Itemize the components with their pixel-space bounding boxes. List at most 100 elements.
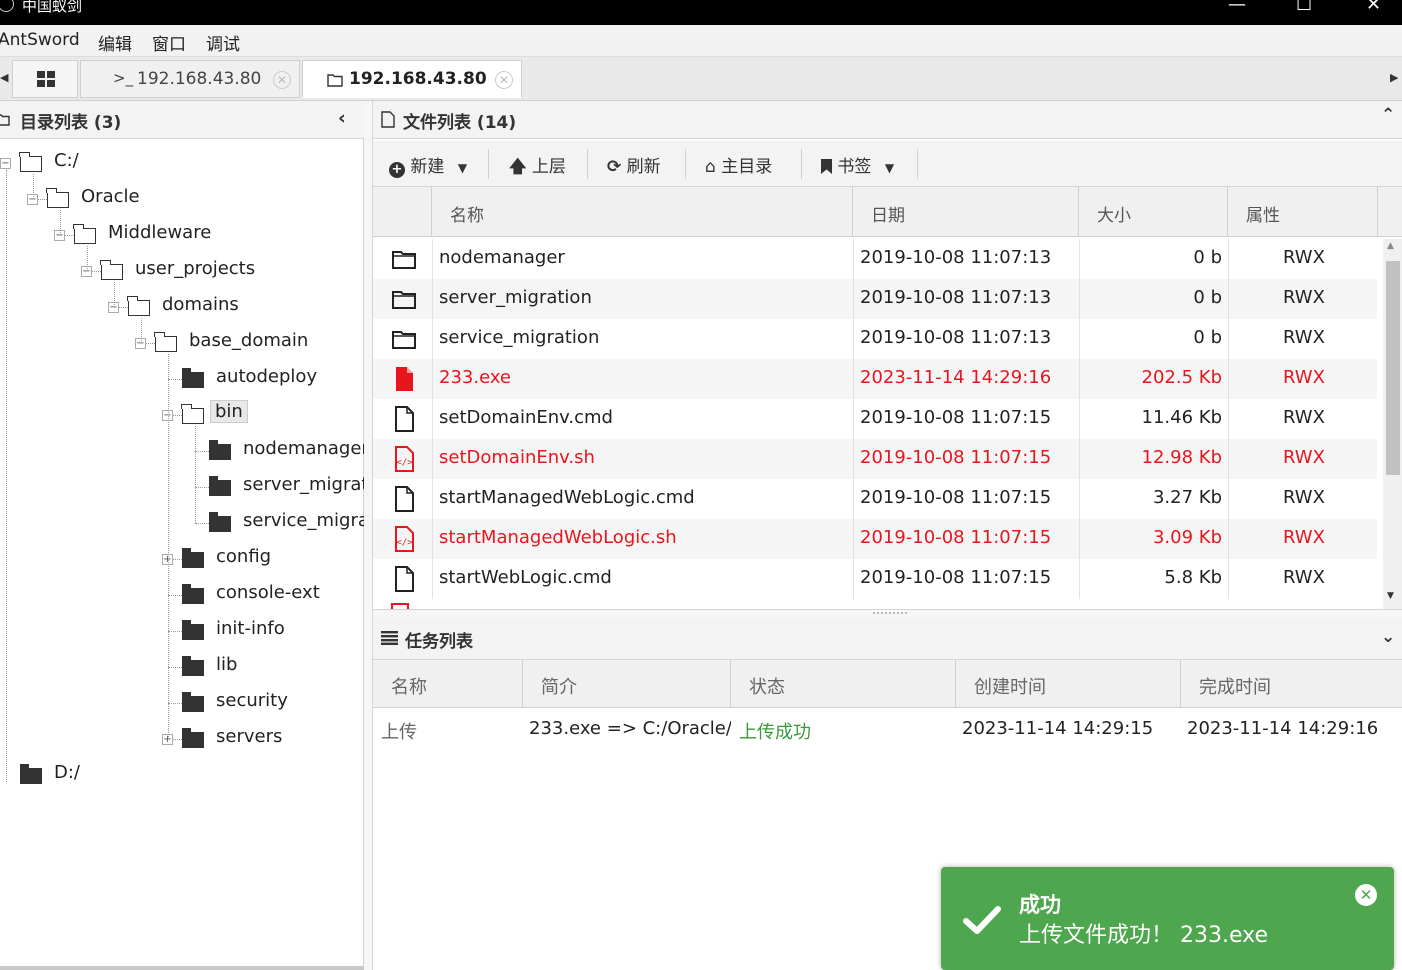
task-header-status[interactable]: 状态 — [731, 660, 956, 708]
scrollbar-thumb[interactable] — [1386, 261, 1400, 475]
task-header-finished[interactable]: 完成时间 — [1181, 660, 1402, 708]
tree-connector — [195, 451, 209, 452]
task-header-name[interactable]: 名称 — [373, 660, 523, 708]
file-row[interactable]: </> setDomainEnv.sh 2019-10-08 11:07:15 12.… — [373, 439, 1377, 479]
file-attr: RWX — [1283, 247, 1325, 268]
folder-icon — [20, 764, 42, 784]
tree-node[interactable]: D:/ — [0, 762, 364, 788]
task-panel-header: 任务列表 ⌄ — [373, 618, 1402, 660]
chevron-down-icon[interactable]: ⌄ — [1381, 627, 1395, 647]
refresh-button[interactable]: ⟳ 刷新 — [607, 152, 661, 177]
menu-item-debug[interactable]: 调试 — [206, 30, 240, 55]
tree-connector — [168, 667, 182, 668]
menu-item-antsword[interactable]: AntSword — [0, 30, 80, 50]
tree-node[interactable]: + config — [0, 546, 364, 572]
folder-icon — [209, 440, 231, 460]
tree-node-label: lib — [216, 654, 238, 675]
tree-node-label: user_projects — [135, 258, 256, 279]
file-date: 2019-10-08 11:07:13 — [860, 327, 1052, 348]
file-row[interactable]: startManagedWebLogic.cmd 2019-10-08 11:07… — [373, 479, 1377, 519]
file-row[interactable]: 233.exe 2023-11-14 14:29:16 202.5 Kb RWX — [373, 359, 1377, 399]
minimize-button[interactable]: — — [1228, 0, 1246, 15]
file-size: 3.27 Kb — [1152, 487, 1222, 508]
tree-connector — [87, 246, 88, 271]
file-size: 202.5 Kb — [1141, 367, 1222, 388]
task-header-created[interactable]: 创建时间 — [956, 660, 1181, 708]
tab-scroll-left-icon[interactable]: ◀ — [0, 71, 8, 84]
menu-item-edit[interactable]: 编辑 — [98, 30, 132, 55]
file-row[interactable]: server_migration 2019-10-08 11:07:13 0 b RW… — [373, 279, 1377, 319]
column-divider — [1079, 399, 1080, 439]
file-row[interactable]: startWebLogic.cmd 2019-10-08 11:07:15 5.8 … — [373, 559, 1377, 599]
home-button[interactable]: ⌂ 主目录 — [705, 152, 772, 177]
menu-item-window[interactable]: 窗口 — [152, 30, 186, 55]
panel-splitter[interactable] — [364, 101, 373, 970]
refresh-icon: ⟳ — [607, 157, 622, 177]
tree-node[interactable]: autodeploy — [0, 366, 364, 392]
tab-file-manager[interactable]: 192.168.43.80 ✕ — [302, 60, 522, 98]
horizontal-splitter[interactable] — [373, 609, 1402, 618]
toast-close-icon[interactable]: ✕ — [1355, 884, 1377, 906]
scroll-down-icon[interactable]: ▼ — [1387, 591, 1394, 601]
left-panel-scrollbar[interactable] — [0, 966, 364, 970]
bookmark-button[interactable]: 书签 ▼ — [821, 152, 894, 177]
close-window-button[interactable]: ✕ — [1366, 0, 1381, 15]
column-divider — [1079, 439, 1080, 479]
file-row[interactable]: </> startManagedWebLogic.sh 2019-10-08 11:… — [373, 519, 1377, 559]
grid-header-size[interactable]: 大小 — [1079, 187, 1228, 237]
tab-terminal-label: 192.168.43.80 — [137, 69, 262, 89]
tree-connector — [195, 487, 209, 488]
column-divider — [1228, 479, 1229, 519]
grid-header-name[interactable]: 名称 — [432, 187, 853, 237]
file-row[interactable]: nodemanager 2019-10-08 11:07:13 0 b RWX — [373, 239, 1377, 279]
tree-node[interactable]: − Oracle — [0, 186, 364, 212]
toast-message: 上传文件成功！ 233.exe — [1019, 923, 1269, 948]
tree-node[interactable]: security — [0, 690, 364, 716]
maximize-button[interactable]: ☐ — [1296, 0, 1312, 15]
tree-node-label: base_domain — [189, 330, 309, 351]
tab-scroll-right-icon[interactable]: ▶ — [1390, 71, 1398, 84]
grid-header-date[interactable]: 日期 — [853, 187, 1079, 237]
tree-node[interactable]: − domains — [0, 294, 364, 320]
folder-open-icon — [154, 332, 177, 352]
up-button[interactable]: 🡅 上层 — [509, 152, 566, 183]
task-header-desc[interactable]: 简介 — [523, 660, 731, 708]
tree-node[interactable]: − Middleware — [0, 222, 364, 248]
list-icon — [381, 631, 398, 645]
collapse-up-icon[interactable]: ⌃ — [1381, 105, 1395, 125]
tree-node[interactable]: service_migra — [0, 510, 369, 536]
file-size: 12.98 Kb — [1141, 447, 1222, 468]
collapse-panel-icon[interactable]: ‹ — [338, 107, 346, 129]
tab-terminal-close-icon[interactable]: ✕ — [273, 71, 291, 89]
column-divider — [1228, 559, 1229, 599]
code-file-icon: </> — [395, 526, 414, 552]
tree-node[interactable]: − C:/ — [0, 150, 364, 176]
tab-home[interactable] — [12, 60, 78, 98]
file-row[interactable]: setDomainEnv.cmd 2019-10-08 11:07:15 11.46… — [373, 399, 1377, 439]
column-divider — [432, 479, 433, 519]
column-divider — [432, 359, 433, 399]
new-button[interactable]: + 新建 ▼ — [389, 152, 467, 178]
tree-node[interactable]: − bin — [0, 400, 364, 428]
tree-node-label: nodemanager — [243, 438, 369, 459]
file-attr: RWX — [1283, 367, 1325, 388]
file-toolbar: + 新建 ▼ 🡅 上层 ⟳ 刷新 ⌂ 主目录 书签 ▼ — [373, 141, 1402, 187]
scroll-up-icon[interactable]: ▲ — [1387, 241, 1394, 251]
tree-node[interactable]: server_migrat — [0, 474, 368, 500]
tab-terminal[interactable]: >_ 192.168.43.80 ✕ — [80, 60, 300, 98]
tree-node[interactable]: − user_projects — [0, 258, 364, 284]
file-outline-icon — [381, 111, 395, 128]
column-divider — [853, 439, 854, 479]
tree-node[interactable]: + servers — [0, 726, 364, 752]
tree-node[interactable]: − base_domain — [0, 330, 364, 356]
tree-node-label: D:/ — [54, 762, 80, 783]
file-list-scrollbar[interactable]: ▲ ▼ — [1383, 239, 1402, 611]
tree-node[interactable]: console-ext — [0, 582, 364, 608]
collapse-toggle-icon[interactable]: − — [0, 158, 11, 169]
file-row[interactable]: service_migration 2019-10-08 11:07:13 0 b R… — [373, 319, 1377, 359]
grid-header-attr[interactable]: 属性 — [1228, 187, 1378, 237]
tab-file-manager-close-icon[interactable]: ✕ — [495, 71, 513, 89]
tree-node[interactable]: init-info — [0, 618, 364, 644]
tree-node[interactable]: lib — [0, 654, 364, 680]
tree-node[interactable]: nodemanager — [0, 438, 369, 464]
